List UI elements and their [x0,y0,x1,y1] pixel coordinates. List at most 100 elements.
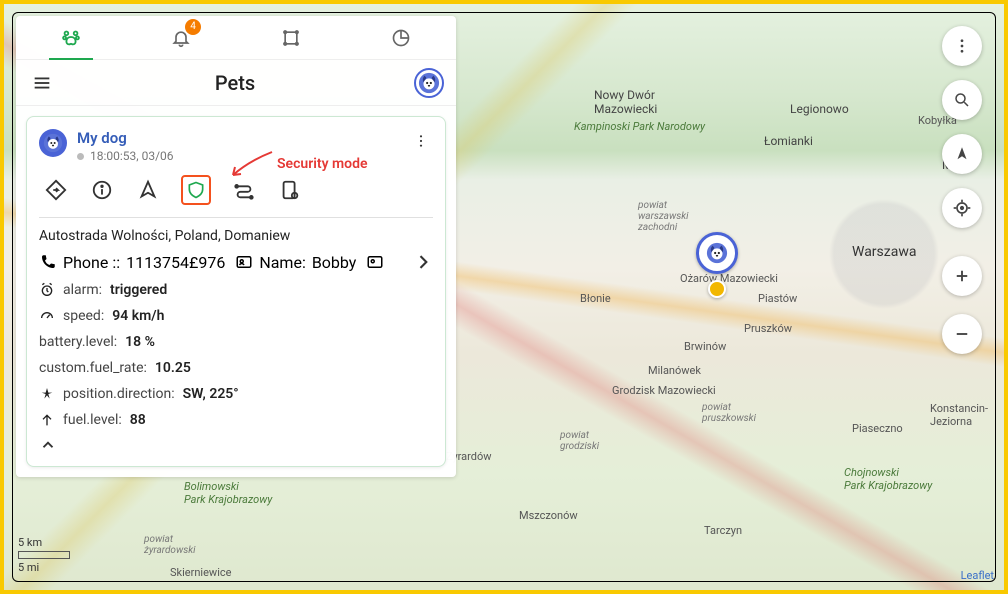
chevron-right-icon [413,252,433,272]
phone-icon [39,253,57,271]
security-mode-button[interactable] [181,175,211,205]
map-more-button[interactable] [942,26,982,66]
battery-value: 18 % [125,334,155,350]
map-label: Milanówek [648,364,701,377]
map-label: Warszawa [852,244,916,260]
contact-row: Phone :: 1113754£976 Name: Bobby [39,252,433,272]
name-value: Bobby [312,253,357,272]
zoom-out-button[interactable] [942,314,982,354]
pet-address: Autostrada Wolności, Poland, Domaniew [39,226,433,252]
menu-button[interactable] [28,69,56,97]
scale-seg [18,555,70,559]
stats-block: alarm: triggered speed: 94 km/h battery.… [39,280,433,430]
navigation-arrow-icon [137,179,159,201]
map-zoom-controls [942,256,982,354]
security-mode-annotation: Security mode [227,147,368,181]
map-label: Piastów [758,292,797,305]
title-row: Pets [16,60,456,106]
polygon-icon [281,28,301,48]
tab-reports[interactable] [379,16,423,60]
page-title: Pets [64,71,406,95]
map-label: Grodzisk Mazowiecki [612,384,716,397]
map-label: powiat warszawski zachodni [638,200,689,233]
map-label: Pruszków [744,322,792,335]
map-gps-button[interactable] [942,188,982,228]
alarm-value: triggered [110,282,167,298]
fuel-rate-value: 10.25 [155,360,191,376]
top-tab-row: 4 [16,16,456,60]
map-label: Błonie [580,292,611,305]
map-label: Brwinów [684,340,726,353]
paw-icon [60,26,82,48]
direction-label: position.direction: [63,386,175,402]
scale-mi: 5 mi [18,559,70,576]
map-north-button[interactable] [942,134,982,174]
shield-icon [186,180,206,200]
map-label: Konstancin- Jeziorna [930,402,988,428]
collapse-button[interactable] [39,430,433,454]
info-button[interactable] [89,177,115,203]
map-controls-top [942,26,982,228]
pet-name: My dog [77,129,399,147]
speed-label: speed: [63,308,104,324]
map-label: Chojnowski Park Krajobrazowy [844,466,932,492]
route-icon [233,179,255,201]
search-icon [953,91,971,109]
north-arrow-icon [953,145,971,163]
pet-avatar-icon [39,129,67,157]
more-vertical-icon [953,37,971,55]
tab-geofences[interactable] [269,16,313,60]
zoom-in-button[interactable] [942,256,982,296]
map-label: powiat żyrardowski [144,534,196,556]
tab-pets[interactable] [49,16,93,60]
attribution[interactable]: Leaflet [961,569,994,582]
pie-chart-icon [391,28,411,48]
phone-label: Phone :: [63,253,120,272]
phone-value: 1113754£976 [126,253,225,272]
annotation-label: Security mode [277,156,368,172]
map-label: Kampinoski Park Narodowy [574,120,705,133]
tab-notifications[interactable]: 4 [159,16,203,60]
more-vertical-icon [413,133,429,149]
battery-label: battery.level: [39,334,117,350]
pet-marker[interactable] [696,232,738,298]
id-card-icon [366,253,384,271]
map-label: Mszczonów [519,509,578,522]
fuel-level-value: 88 [130,412,146,428]
fuel-level-label: fuel.level: [63,412,122,428]
hamburger-icon [31,72,53,94]
map-scale: 5 km 5 mi [18,536,70,576]
direction-value: SW, 225° [183,386,239,402]
user-avatar[interactable] [414,68,444,98]
next-button[interactable] [413,252,433,272]
directions-button[interactable] [43,177,69,203]
arrow-up-icon [39,412,55,428]
map-label: powiat grodziski [560,430,599,452]
speedometer-icon [39,308,55,324]
minus-icon [953,325,971,343]
map-label: Skierniewice [170,566,231,579]
id-card-icon [235,253,253,271]
locate-button[interactable] [135,177,161,203]
map-search-button[interactable] [942,80,982,120]
map-label: Tarczyn [704,524,742,537]
marker-avatar-icon [696,232,738,274]
map-label: powiat pruszkowski [702,402,756,424]
marker-position-dot [708,280,726,298]
diamond-directions-icon [45,179,67,201]
map-label: Nowy Dwór Mazowiecki [594,88,657,116]
fuel-rate-label: custom.fuel_rate: [39,360,147,376]
phone-settings-icon [279,179,301,201]
map-label: Legionowo [790,102,849,116]
status-dot-icon [77,153,84,160]
card-more-button[interactable] [409,129,433,153]
chevron-up-icon [39,436,57,454]
plus-icon [953,267,971,285]
notification-badge: 4 [185,19,201,35]
info-icon [91,179,113,201]
alarm-label: alarm: [63,282,102,298]
alarm-icon [39,282,55,298]
pet-timestamp: 18:00:53, 03/06 [90,149,174,163]
map-label: Piaseczno [852,422,903,435]
scale-km: 5 km [18,536,70,551]
